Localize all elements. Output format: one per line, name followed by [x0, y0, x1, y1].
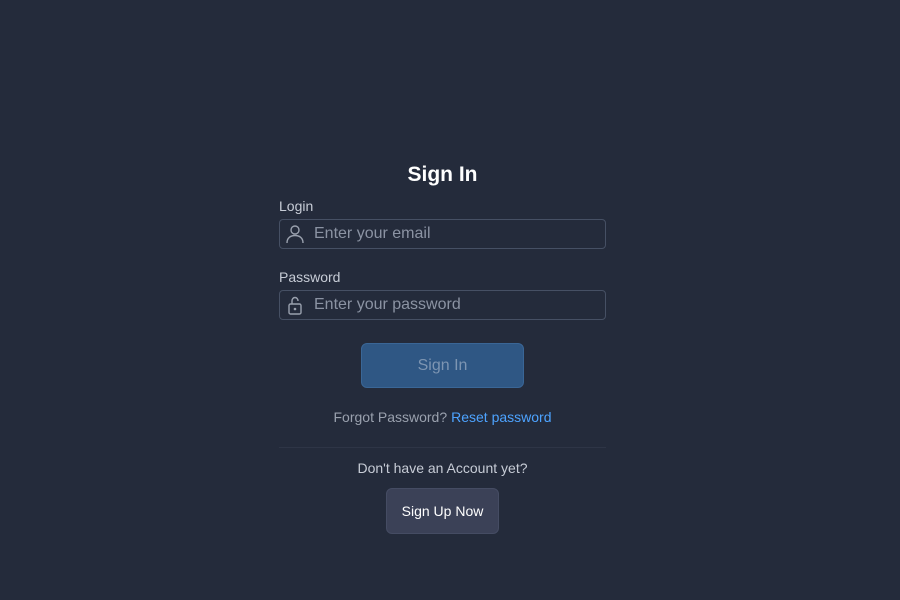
sign-in-page: Sign In Login Password Sign In: [0, 0, 900, 600]
no-account-text: Don't have an Account yet?: [357, 460, 528, 476]
user-icon: [284, 223, 306, 245]
page-title: Sign In: [407, 163, 478, 186]
password-label: Password: [279, 269, 341, 285]
reset-password-link[interactable]: Reset password: [451, 409, 551, 425]
lock-icon: [284, 294, 306, 316]
forgot-password-text: Forgot Password?: [333, 409, 448, 425]
sign-up-button[interactable]: Sign Up Now: [386, 488, 499, 534]
login-field[interactable]: [279, 219, 606, 249]
password-field[interactable]: [279, 290, 606, 320]
sign-in-button[interactable]: Sign In: [361, 343, 524, 388]
forgot-password-row: Forgot Password? Reset password: [279, 408, 606, 426]
divider: [279, 447, 606, 448]
sign-in-form: Sign In Login Password Sign In: [279, 160, 606, 534]
login-label: Login: [279, 198, 314, 214]
password-input[interactable]: [314, 291, 599, 319]
email-input[interactable]: [314, 220, 599, 248]
